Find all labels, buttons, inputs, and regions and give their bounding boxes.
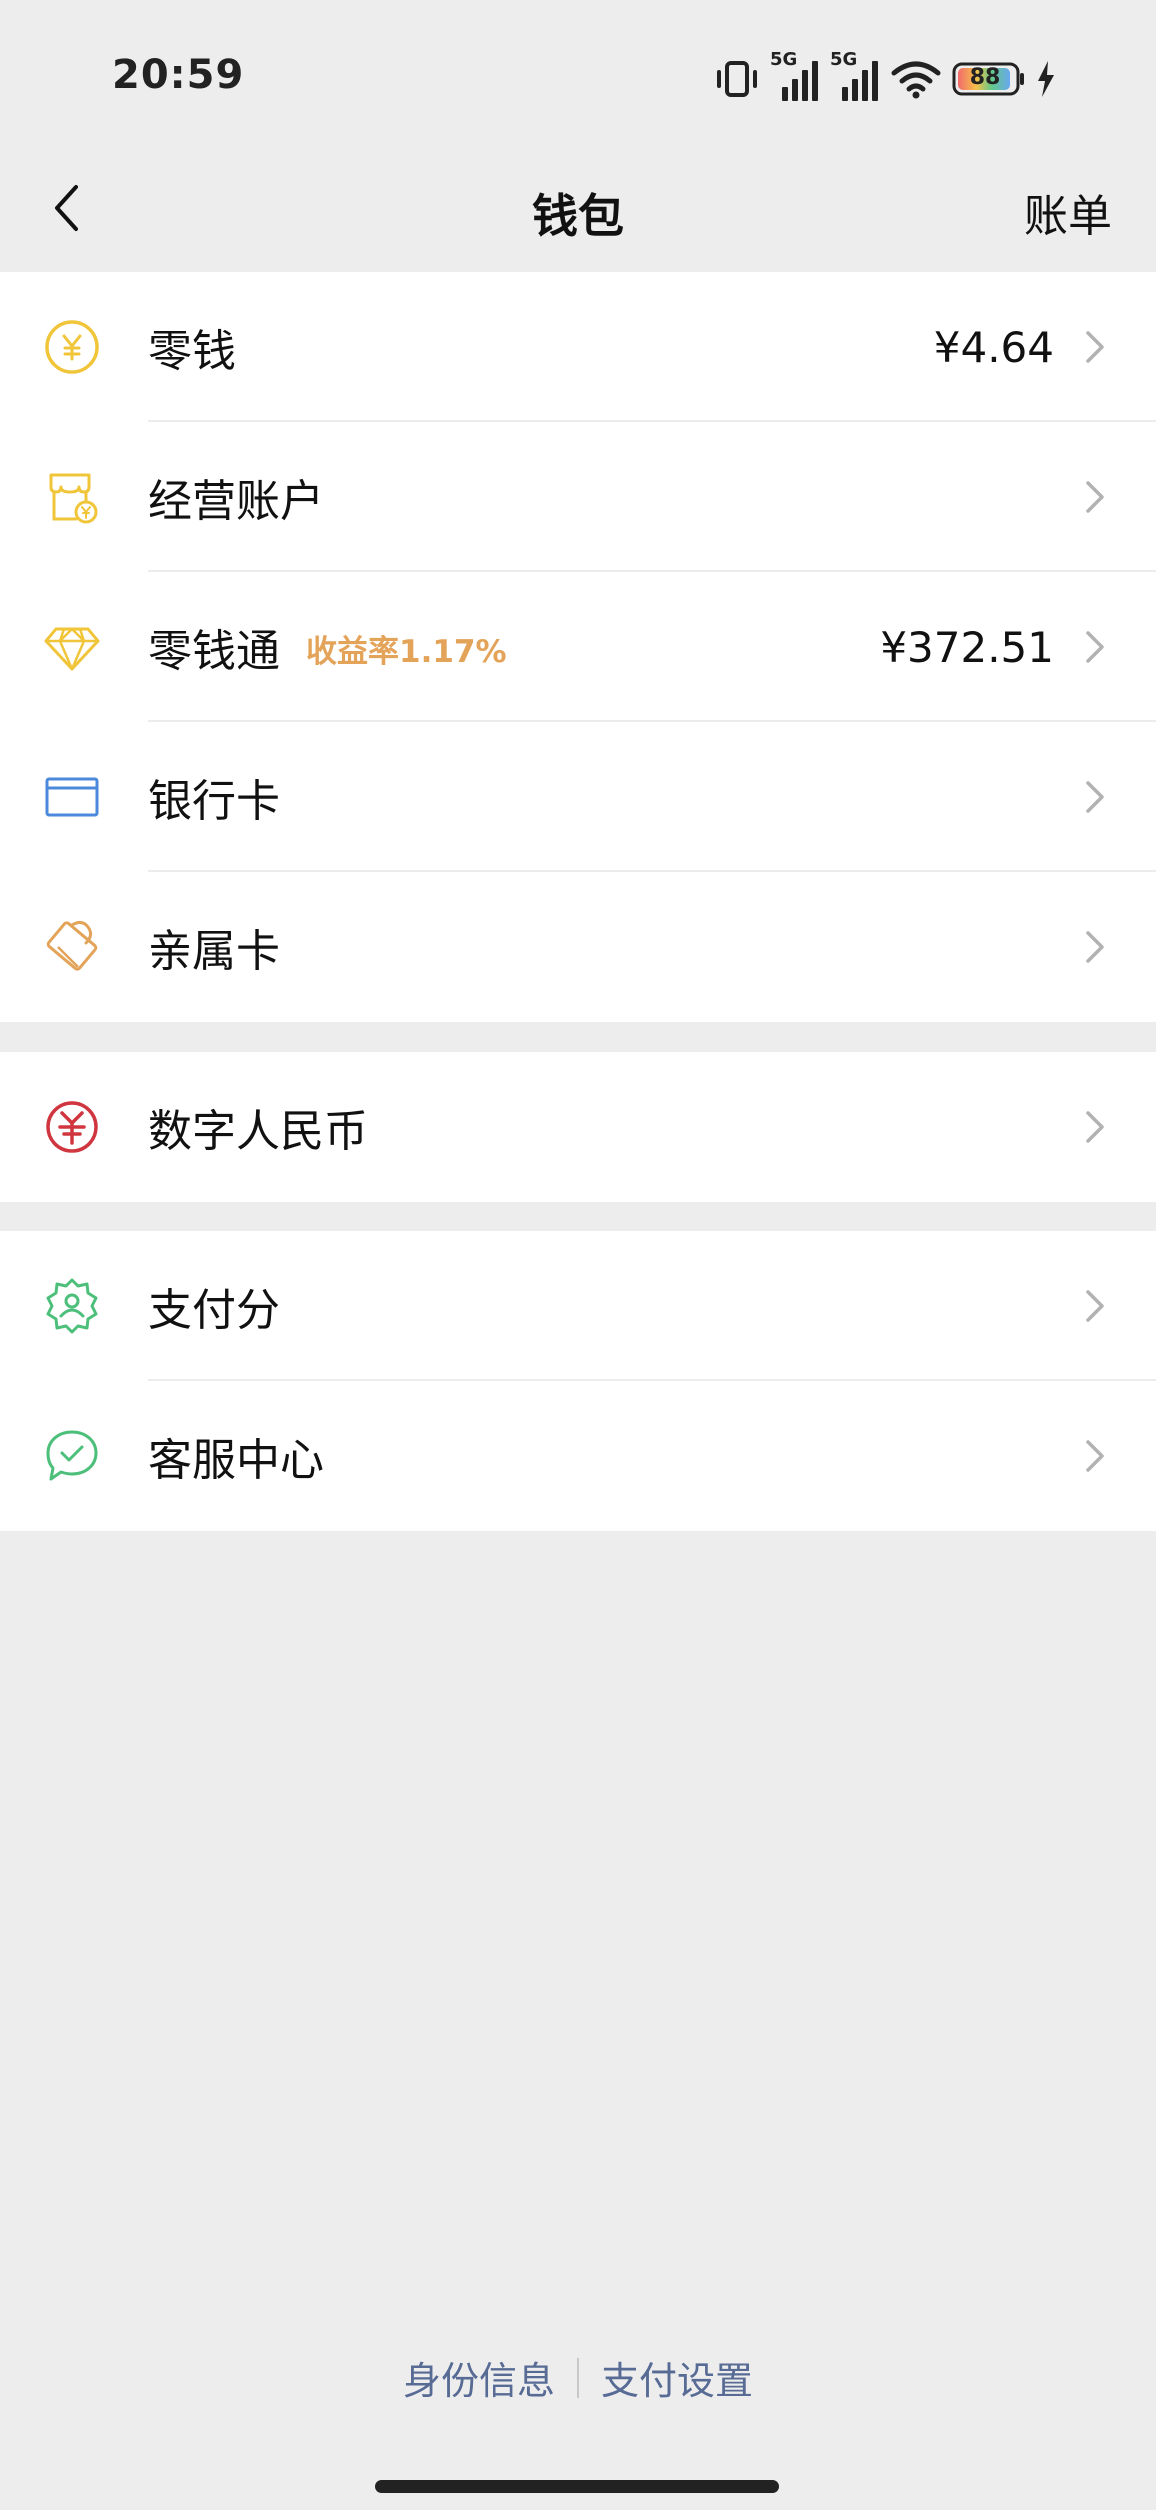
vibrate-icon xyxy=(717,61,757,97)
status-time: 20:59 xyxy=(112,52,245,98)
row-label: 零钱通 收益率1.17% xyxy=(148,615,507,679)
signal-icon xyxy=(842,61,878,101)
bill-button[interactable]: 账单 xyxy=(1024,180,1112,244)
chevron-right-icon xyxy=(1086,781,1104,813)
signal-2: 5G xyxy=(830,49,880,103)
row-digital-yuan[interactable]: 数字人民币 xyxy=(0,1052,1156,1202)
battery-indicator: 88 xyxy=(952,62,1026,96)
wallet-group-services: 支付分 客服中心 xyxy=(0,1231,1156,1531)
customer-service-icon xyxy=(42,1426,102,1486)
coin-icon xyxy=(42,317,102,377)
row-label-text: 零钱通 xyxy=(148,626,280,677)
footer-links: 身份信息 支付设置 xyxy=(0,2350,1156,2405)
identity-info-link[interactable]: 身份信息 xyxy=(403,2350,555,2405)
page-title: 钱包 xyxy=(532,189,624,243)
row-family-card[interactable]: 亲属卡 xyxy=(0,872,1156,1022)
wallet-group-digital: 数字人民币 xyxy=(0,1052,1156,1202)
digital-yuan-icon xyxy=(42,1097,102,1157)
chevron-right-icon xyxy=(1086,1440,1104,1472)
wallet-group-main: 零钱 ¥4.64 经营账户 零钱通 收益率1.17% ¥372.51 银行卡 亲… xyxy=(0,272,1156,1022)
row-label: 零钱 xyxy=(148,326,236,377)
chevron-right-icon xyxy=(1086,1290,1104,1322)
signal-1: 5G xyxy=(770,49,820,103)
home-indicator[interactable] xyxy=(375,2480,779,2493)
row-label: 数字人民币 xyxy=(148,1106,368,1157)
battery-level: 88 xyxy=(969,65,1001,90)
chevron-right-icon xyxy=(1086,931,1104,963)
row-customer-service[interactable]: 客服中心 xyxy=(0,1381,1156,1531)
nav-bar: 钱包 账单 xyxy=(0,150,1156,272)
row-label: 经营账户 xyxy=(148,476,324,527)
status-bar: 20:59 5G 5G 88 xyxy=(0,0,1156,150)
row-bank-card[interactable]: 银行卡 xyxy=(0,722,1156,872)
chevron-right-icon xyxy=(1086,481,1104,513)
chevron-right-icon xyxy=(1086,631,1104,663)
charging-bolt-icon xyxy=(1038,61,1054,97)
family-card-icon xyxy=(42,917,102,977)
card-icon xyxy=(42,767,102,827)
status-icons: 5G 5G 88 xyxy=(714,49,1056,103)
row-business-account[interactable]: 经营账户 xyxy=(0,422,1156,572)
row-label: 亲属卡 xyxy=(148,926,280,977)
row-pay-score[interactable]: 支付分 xyxy=(0,1231,1156,1381)
chevron-right-icon xyxy=(1086,331,1104,363)
row-label: 支付分 xyxy=(148,1285,280,1336)
diamond-icon xyxy=(42,617,102,677)
balance-value: ¥4.64 xyxy=(933,322,1054,372)
row-label: 银行卡 xyxy=(148,776,280,827)
chevron-right-icon xyxy=(1086,1111,1104,1143)
store-icon xyxy=(42,467,102,527)
yield-rate-badge: 收益率1.17% xyxy=(306,634,507,670)
lingqiantong-value: ¥372.51 xyxy=(880,622,1054,672)
payment-settings-link[interactable]: 支付设置 xyxy=(601,2350,753,2405)
pay-score-icon xyxy=(42,1276,102,1336)
row-balance[interactable]: 零钱 ¥4.64 xyxy=(0,272,1156,422)
wifi-icon xyxy=(891,61,941,99)
signal-icon xyxy=(782,61,818,101)
row-label: 客服中心 xyxy=(148,1435,324,1486)
footer-separator xyxy=(577,2357,579,2398)
row-lingqiantong[interactable]: 零钱通 收益率1.17% ¥372.51 xyxy=(0,572,1156,722)
